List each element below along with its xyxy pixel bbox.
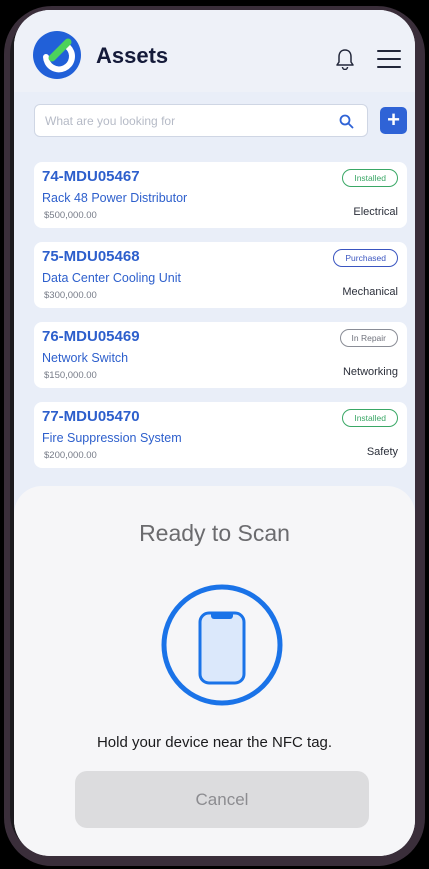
- hamburger-menu-icon[interactable]: [377, 50, 401, 70]
- asset-name: Rack 48 Power Distributor: [42, 191, 188, 205]
- asset-name: Fire Suppression System: [42, 431, 182, 445]
- status-badge: Purchased: [333, 249, 398, 267]
- asset-category: Safety: [366, 446, 398, 458]
- asset-id: 75-MDU05468: [42, 248, 140, 265]
- search-field[interactable]: [34, 104, 368, 137]
- asset-price: $150,000.00: [44, 370, 97, 381]
- add-asset-button[interactable]: +: [380, 107, 407, 134]
- status-badge: Installed: [342, 169, 398, 187]
- asset-card[interactable]: 74-MDU05467 Rack 48 Power Distributor $5…: [34, 162, 407, 228]
- status-badge: Installed: [342, 409, 398, 427]
- asset-category: Networking: [342, 366, 398, 378]
- nfc-scan-sheet: Ready to Scan Hold your device near the …: [14, 486, 415, 856]
- asset-card[interactable]: 77-MDU05470 Fire Suppression System $200…: [34, 402, 407, 468]
- asset-id: 76-MDU05469: [42, 328, 140, 345]
- page-title: Assets: [96, 43, 169, 68]
- app-header: Assets: [14, 10, 415, 92]
- asset-price: $200,000.00: [44, 450, 97, 461]
- asset-card[interactable]: 76-MDU05469 Network Switch $150,000.00 N…: [34, 322, 407, 388]
- asset-name: Network Switch: [42, 351, 129, 365]
- status-badge: In Repair: [339, 329, 398, 347]
- search-input[interactable]: [45, 105, 325, 136]
- asset-price: $500,000.00: [44, 210, 97, 221]
- app-logo-icon: [33, 31, 81, 79]
- app-screen: Assets + 74-MDU05467 Rack 48 Power Distr…: [14, 10, 415, 856]
- phone-scan-icon: [161, 584, 283, 706]
- asset-name: Data Center Cooling Unit: [42, 271, 181, 285]
- asset-id: 77-MDU05470: [42, 408, 140, 425]
- bell-icon[interactable]: [335, 48, 355, 70]
- search-icon[interactable]: [339, 114, 354, 129]
- asset-id: 74-MDU05467: [42, 168, 140, 185]
- asset-category: Mechanical: [342, 286, 398, 298]
- nfc-instruction: Hold your device near the NFC tag.: [96, 734, 333, 751]
- asset-price: $300,000.00: [44, 290, 97, 301]
- nfc-sheet-title: Ready to Scan: [139, 520, 290, 546]
- asset-category: Electrical: [353, 206, 398, 218]
- cancel-button[interactable]: Cancel: [75, 771, 369, 828]
- asset-card[interactable]: 75-MDU05468 Data Center Cooling Unit $30…: [34, 242, 407, 308]
